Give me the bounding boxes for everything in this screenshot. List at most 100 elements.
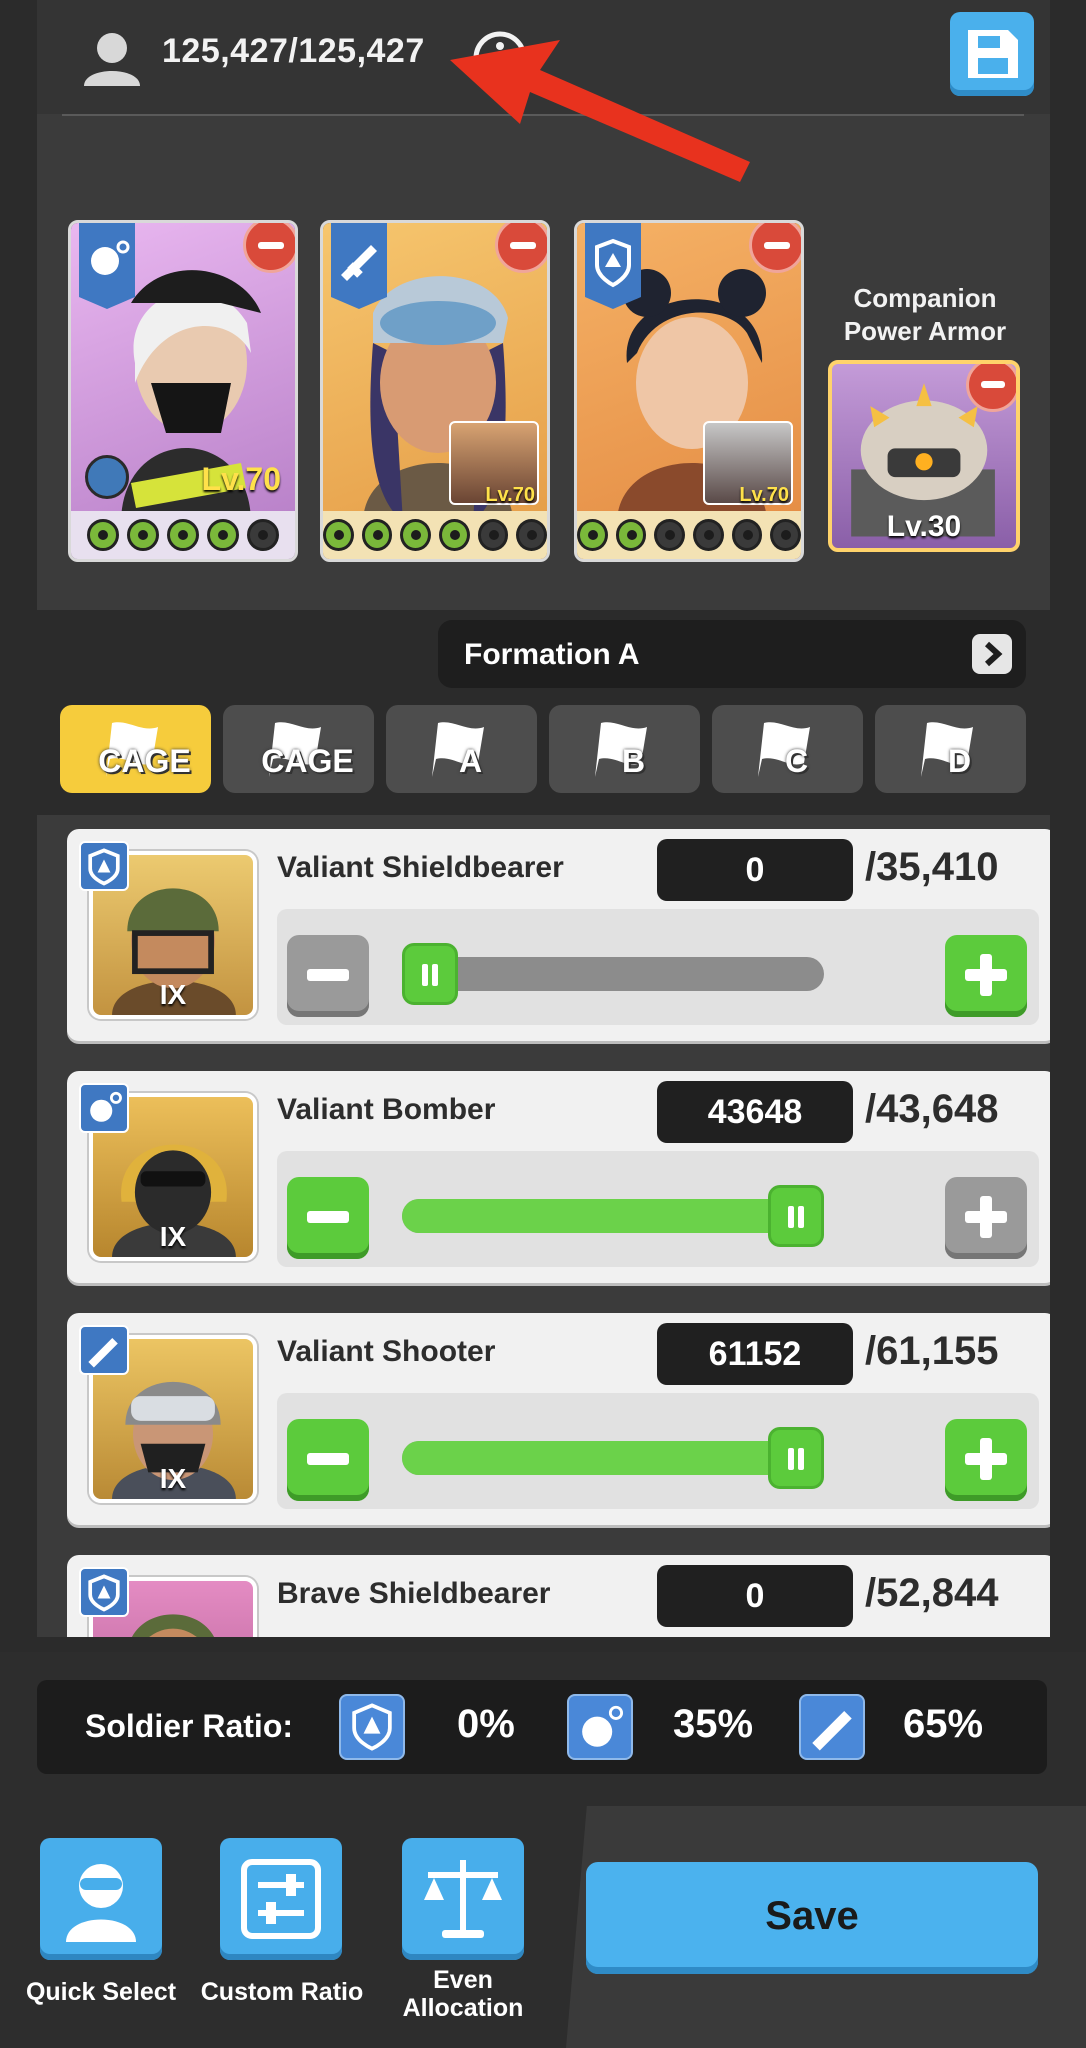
star-icon — [577, 519, 608, 551]
unit-count-input[interactable]: 43648 — [657, 1081, 853, 1143]
unit-count-input[interactable]: 0 — [657, 839, 853, 901]
unit-slider[interactable] — [402, 943, 824, 1005]
companion-card[interactable]: Lv.30 — [828, 360, 1020, 552]
formation-tabs: CAGE CAGE A B C D — [60, 705, 1026, 793]
flag-icon — [85, 455, 129, 499]
save-label: Save — [765, 1894, 859, 1938]
save-preset-button[interactable] — [950, 12, 1034, 96]
remove-hero-button[interactable] — [495, 223, 547, 273]
formation-name: Formation A — [464, 638, 640, 671]
star-icon — [731, 519, 763, 551]
even-allocation-label: Even Allocation — [402, 1966, 524, 2022]
unit-slider-area — [277, 1151, 1039, 1267]
grenade-ratio: 35% — [673, 1702, 754, 1746]
decrease-button[interactable] — [287, 935, 369, 1017]
increase-button[interactable] — [945, 1177, 1027, 1259]
unit-name: Valiant Shooter — [277, 1335, 496, 1368]
tab-label: C — [784, 743, 809, 779]
slider-thumb[interactable] — [768, 1427, 824, 1489]
unit-max: /35,410 — [865, 845, 999, 889]
grenade-icon — [79, 223, 135, 309]
tab-c[interactable]: C — [712, 705, 863, 793]
star-icon — [361, 519, 393, 551]
tab-b[interactable]: B — [549, 705, 700, 793]
decrease-button[interactable] — [287, 1419, 369, 1501]
star-icon — [87, 519, 119, 551]
tab-a[interactable]: A — [386, 705, 537, 793]
star-icon — [439, 519, 470, 551]
companion-level: Lv.30 — [886, 510, 962, 543]
unit-card-valiant-shooter: IX Valiant Shooter 61152 /61,155 — [67, 1313, 1050, 1525]
unit-max: /61,155 — [865, 1329, 999, 1373]
hero-star-rank — [577, 511, 801, 559]
star-icon — [247, 519, 279, 551]
unit-slider[interactable] — [402, 1427, 824, 1489]
increase-button[interactable] — [945, 935, 1027, 1017]
companion-label: Companion Power Armor — [843, 283, 1007, 346]
tab-label: A — [458, 743, 483, 779]
grenade-icon — [567, 1694, 633, 1760]
hero-card-1[interactable]: Lv.70 — [68, 220, 298, 562]
remove-hero-button[interactable] — [243, 223, 295, 273]
unit-list[interactable]: IX Valiant Shieldbearer 0 /35,410 IX Val… — [37, 815, 1050, 1637]
unit-slider-area — [277, 909, 1039, 1025]
formation-selector[interactable]: Formation A — [438, 620, 1026, 688]
user-icon — [84, 33, 140, 86]
remove-companion-button[interactable] — [966, 364, 1016, 412]
troop-count: 125,427/125,427 — [162, 32, 425, 70]
even-allocation-button[interactable] — [402, 1838, 524, 1960]
unit-name: Brave Shieldbearer — [277, 1577, 551, 1610]
tab-d[interactable]: D — [875, 705, 1026, 793]
custom-ratio-button[interactable] — [220, 1838, 342, 1960]
unit-tier: IX — [159, 1463, 187, 1494]
slider-thumb[interactable] — [402, 943, 458, 1005]
unit-card-valiant-shieldbearer: IX Valiant Shieldbearer 0 /35,410 — [67, 829, 1050, 1041]
star-icon — [207, 519, 239, 551]
star-icon — [654, 519, 685, 551]
decrease-button[interactable] — [287, 1177, 369, 1259]
tab-label: D — [947, 743, 972, 779]
star-icon — [693, 519, 724, 551]
linked-hero-level: Lv.70 — [739, 484, 789, 506]
unit-count-input[interactable]: 61152 — [657, 1323, 853, 1385]
shield-icon — [339, 1694, 405, 1760]
save-button[interactable]: Save — [586, 1862, 1038, 1974]
sliders-icon — [241, 1859, 321, 1939]
hero-star-rank — [323, 511, 547, 559]
slider-fill — [402, 1441, 824, 1475]
quick-select-label: Quick Select — [25, 1978, 177, 2006]
star-icon — [167, 519, 199, 551]
hero-card-2[interactable]: Lv.70 — [320, 220, 550, 562]
unit-card-valiant-bomber: IX Valiant Bomber 43648 /43,648 — [67, 1071, 1050, 1283]
slider-thumb[interactable] — [768, 1185, 824, 1247]
unit-slider-area — [277, 1393, 1039, 1509]
hero-card-3[interactable]: Lv.70 — [574, 220, 804, 562]
unit-max: /43,648 — [865, 1087, 999, 1131]
red-arrow-annotation — [450, 40, 750, 182]
unit-max: /52,844 — [865, 1571, 999, 1615]
increase-button[interactable] — [945, 1419, 1027, 1501]
star-icon — [400, 519, 431, 551]
shield-icon — [79, 1567, 129, 1617]
unit-slider[interactable] — [402, 1185, 824, 1247]
quick-select-button[interactable] — [40, 1838, 162, 1960]
custom-ratio-label: Custom Ratio — [200, 1978, 364, 2006]
shield-icon — [79, 841, 129, 891]
star-icon — [615, 519, 647, 551]
unit-card-brave-shieldbearer: Brave Shieldbearer 0 /52,844 — [67, 1555, 1050, 1637]
remove-hero-button[interactable] — [749, 223, 801, 273]
shield-icon — [585, 223, 641, 309]
unit-count-input[interactable]: 0 — [657, 1565, 853, 1627]
star-icon — [770, 519, 801, 551]
star-icon — [516, 519, 547, 551]
floppy-disk-icon — [968, 30, 1018, 78]
tab-cage-2[interactable]: CAGE — [223, 705, 374, 793]
hero-level: Lv.70 — [201, 461, 281, 497]
tab-label: B — [621, 743, 646, 779]
chevron-right-icon[interactable] — [972, 634, 1012, 674]
ratio-label: Soldier Ratio: — [85, 1708, 294, 1744]
tab-cage-1[interactable]: CAGE — [60, 705, 211, 793]
star-icon — [127, 519, 159, 551]
rifle-icon — [79, 1325, 129, 1375]
unit-name: Valiant Shieldbearer — [277, 851, 564, 884]
